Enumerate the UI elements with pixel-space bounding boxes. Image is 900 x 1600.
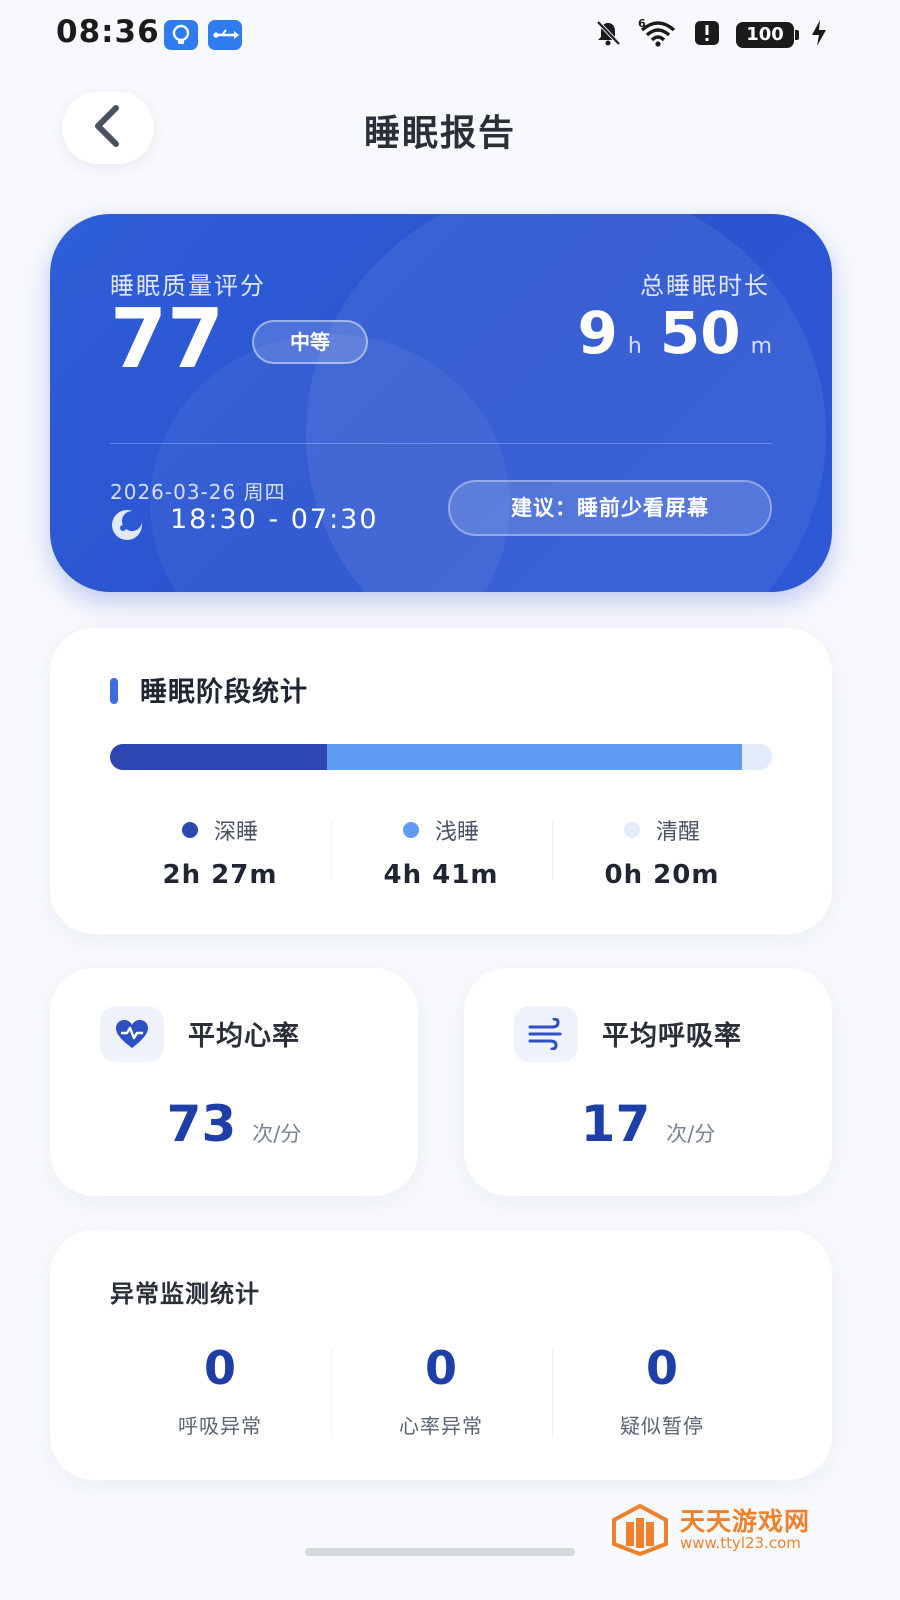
watermark: 天天游戏网 www.ttyl23.com	[612, 1500, 840, 1560]
stage-segment-light	[327, 744, 743, 770]
abnormal-title: 异常监测统计	[110, 1280, 260, 1308]
sleep-stage-card: 睡眠阶段统计 深睡 2h 27m 浅睡 4h 41m 清醒 0h 20m	[50, 628, 832, 934]
sleep-time-range: 18:30 - 07:30	[170, 504, 379, 535]
total-duration: 9 h 50 m	[578, 298, 772, 368]
abnormal-value: 0	[424, 1341, 457, 1395]
wind-icon	[514, 1006, 578, 1062]
lightbulb-icon	[164, 20, 198, 50]
page-title: 睡眠报告	[363, 113, 516, 154]
stage-legend-awake: 清醒 0h 20m	[552, 814, 772, 890]
stage-segment-awake	[742, 744, 772, 770]
abnormal-monitor-card: 异常监测统计 0 呼吸异常 0 心率异常 0 疑似暂停	[50, 1230, 832, 1480]
respiration-title: 平均呼吸率	[602, 1021, 742, 1052]
duration-minutes-unit: m	[750, 334, 772, 359]
abnormal-value: 0	[645, 1341, 678, 1395]
heart-rate-readout: 73 次/分	[50, 1094, 418, 1154]
report-date: 2026-03-26 周四	[110, 480, 286, 504]
legend-dot	[623, 822, 640, 838]
respiration-readout: 17 次/分	[464, 1094, 832, 1154]
section-marker	[110, 678, 118, 704]
abnormal-apnea: 0 疑似暂停	[552, 1340, 772, 1439]
home-indicator[interactable]	[305, 1548, 575, 1556]
heart-rate-title: 平均心率	[188, 1021, 300, 1052]
status-right-icons: 6 100	[594, 17, 828, 52]
legend-dot	[402, 822, 419, 838]
stage-bar	[110, 744, 772, 770]
wifi-icon: 6	[638, 17, 678, 52]
heart-rate-value: 73	[166, 1095, 237, 1153]
stage-segment-deep	[110, 744, 328, 770]
stage-legend-deep: 深睡 2h 27m	[110, 814, 330, 890]
legend-dot	[181, 822, 198, 838]
sleep-summary-card: 睡眠质量评分 77 中等 总睡眠时长 9 h 50 m 2026-03-26 周…	[50, 214, 832, 592]
abnormal-heart-rate: 0 心率异常	[331, 1340, 551, 1439]
grade-badge: 中等	[252, 320, 368, 364]
duration-hours: 9	[577, 299, 618, 367]
respiration-value: 17	[580, 1095, 651, 1153]
advice-button[interactable]: 建议：睡前少看屏幕	[448, 480, 772, 536]
sleep-score: 77	[110, 292, 225, 387]
duration-hours-unit: h	[627, 334, 642, 359]
usb-icon	[208, 20, 242, 50]
abnormal-value: 0	[203, 1341, 236, 1395]
status-time: 08:36	[56, 14, 160, 50]
watermark-logo-icon	[612, 1503, 668, 1557]
battery-icon: 100	[736, 22, 799, 48]
respiration-unit: 次/分	[666, 1122, 716, 1146]
abnormal-label: 疑似暂停	[620, 1414, 704, 1438]
heart-icon	[100, 1006, 164, 1062]
legend-label: 清醒	[655, 820, 700, 845]
stage-legend-light: 浅睡 4h 41m	[331, 814, 551, 890]
moon-icon	[110, 508, 144, 542]
wifi-badge: 6	[638, 18, 646, 30]
charging-icon	[810, 19, 828, 51]
abnormal-label: 心率异常	[399, 1414, 483, 1438]
bell-off-icon	[594, 19, 622, 51]
abnormal-breathing: 0 呼吸异常	[110, 1340, 330, 1439]
duration-label: 总睡眠时长	[640, 272, 770, 300]
legend-value: 2h 27m	[162, 860, 278, 890]
watermark-url: www.ttyl23.com	[680, 1534, 801, 1552]
legend-value: 4h 41m	[383, 860, 499, 890]
abnormal-label: 呼吸异常	[178, 1414, 262, 1438]
status-bar: 08:36 6 100	[0, 0, 900, 72]
stage-title: 睡眠阶段统计	[140, 677, 308, 708]
heart-rate-card[interactable]: 平均心率 73 次/分	[50, 968, 418, 1196]
legend-label: 深睡	[213, 820, 258, 845]
alert-icon	[694, 20, 720, 50]
watermark-text: 天天游戏网	[680, 1507, 811, 1536]
heart-rate-unit: 次/分	[252, 1122, 302, 1146]
respiration-card[interactable]: 平均呼吸率 17 次/分	[464, 968, 832, 1196]
card-divider	[110, 443, 772, 444]
legend-value: 0h 20m	[604, 860, 720, 890]
duration-minutes: 50	[659, 299, 741, 367]
legend-label: 浅睡	[434, 820, 479, 845]
